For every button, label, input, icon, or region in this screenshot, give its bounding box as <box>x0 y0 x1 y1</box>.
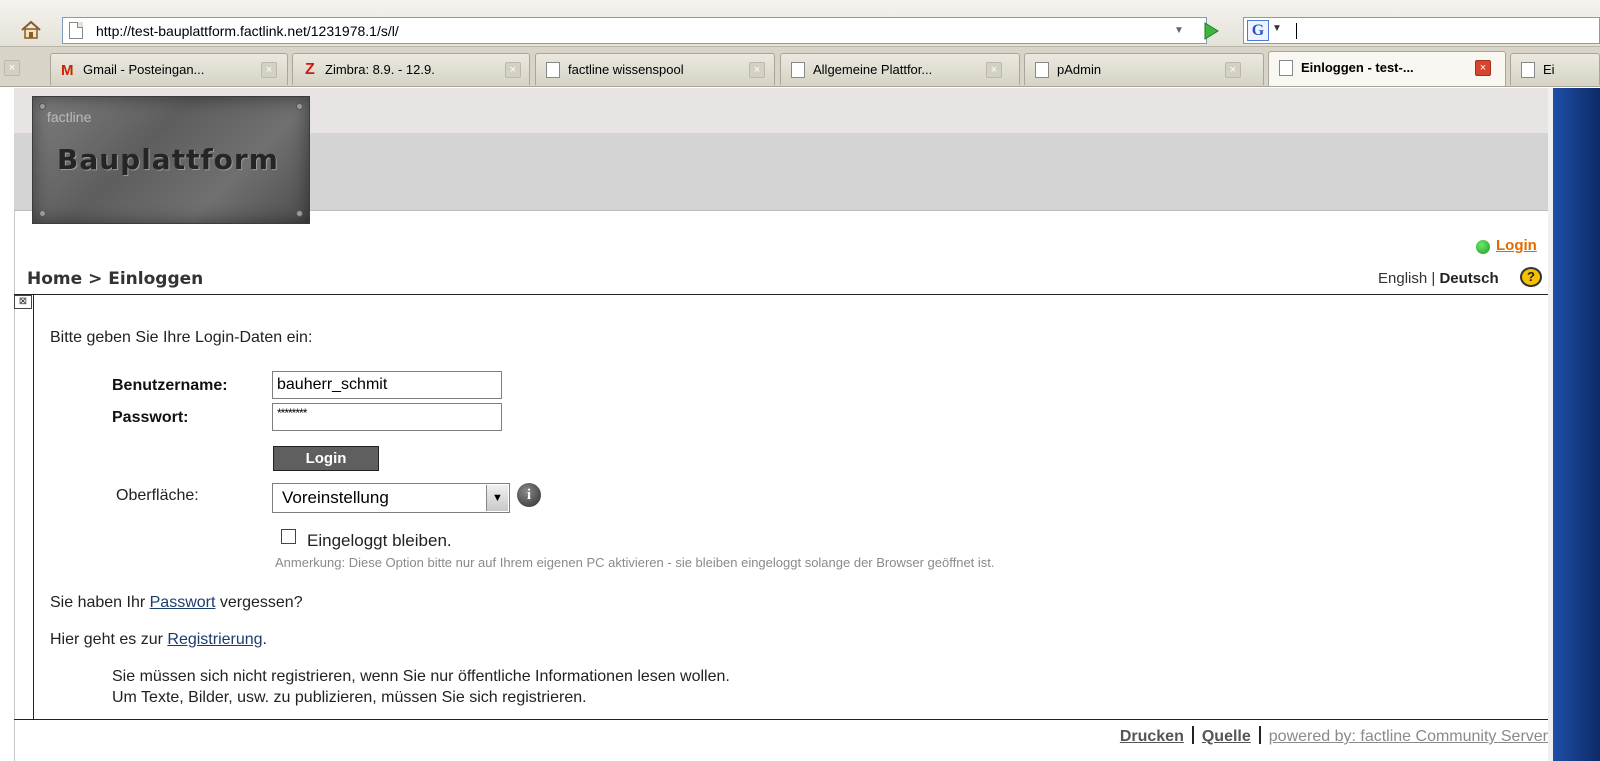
url-input[interactable]: http://test-bauplattform.factlink.net/12… <box>62 17 1207 44</box>
forgot-suffix: vergessen? <box>215 594 303 611</box>
google-icon[interactable]: G <box>1247 20 1269 41</box>
address-toolbar: http://test-bauplattform.factlink.net/12… <box>0 0 1600 47</box>
tab-partial[interactable]: Ei <box>1510 53 1600 85</box>
url-history-dropdown-icon[interactable]: ▼ <box>1169 21 1189 41</box>
page-icon <box>69 22 83 39</box>
gmail-icon: M <box>61 62 74 79</box>
rivet <box>296 210 303 217</box>
footer-rule <box>14 719 1600 720</box>
surface-selected-value: Voreinstellung <box>282 488 389 507</box>
remember-me-checkbox[interactable] <box>281 529 296 544</box>
tab-label: Ei <box>1543 62 1555 77</box>
url-text: http://test-bauplattform.factlink.net/12… <box>96 23 399 39</box>
rivet <box>39 103 46 110</box>
page-icon <box>1279 60 1293 76</box>
tab-close-icon[interactable]: × <box>1225 62 1241 78</box>
search-engine-dropdown-icon[interactable]: ▼ <box>1272 23 1282 34</box>
desktop-edge <box>1553 88 1600 761</box>
username-label: Benutzername: <box>112 377 228 394</box>
logo-brand-text: factline <box>47 109 92 125</box>
password-field[interactable]: ******** <box>272 403 502 431</box>
status-dot-icon <box>1476 240 1490 254</box>
info-text-line-1: Sie müssen sich nicht registrieren, wenn… <box>112 668 730 685</box>
browser-window: http://test-bauplattform.factlink.net/12… <box>0 0 1600 761</box>
lang-deutsch-link[interactable]: Deutsch <box>1439 270 1498 287</box>
register-link[interactable]: Registrierung <box>167 631 262 648</box>
tab-close-icon[interactable]: × <box>749 62 765 78</box>
register-line: Hier geht es zur Registrierung. <box>50 631 267 649</box>
page-icon <box>1035 62 1049 78</box>
source-link[interactable]: Quelle <box>1202 728 1251 745</box>
print-link[interactable]: Drucken <box>1120 728 1184 745</box>
footer: Drucken Quelle powered by: factline Commun… <box>1120 726 1548 746</box>
lang-english-link[interactable]: English <box>1378 270 1427 287</box>
tab-close-icon[interactable]: × <box>1475 60 1491 76</box>
forgot-password-link[interactable]: Passwort <box>150 594 216 611</box>
footer-separator <box>1258 726 1261 744</box>
remember-me-note: Anmerkung: Diese Option bitte nur auf Ih… <box>275 555 995 570</box>
tab-close-icon[interactable]: × <box>4 60 20 76</box>
tab-label: Einloggen - test-... <box>1301 60 1414 75</box>
footer-separator <box>1191 726 1194 744</box>
tab-close-icon[interactable]: × <box>261 62 277 78</box>
page-icon <box>546 62 560 78</box>
forgot-prefix: Sie haben Ihr <box>50 594 150 611</box>
chevron-down-icon[interactable]: ▼ <box>486 485 508 511</box>
powered-by-link[interactable]: powered by: factline Community Server <box>1269 728 1548 745</box>
tab-label: Zimbra: 8.9. - 12.9. <box>325 62 435 77</box>
tab-zimbra[interactable]: Z Zimbra: 8.9. - 12.9. × <box>292 53 530 85</box>
surface-select[interactable]: Voreinstellung ▼ <box>272 483 510 513</box>
tab-bar: × M Gmail - Posteingan... × Z Zimbra: 8.… <box>0 47 1600 87</box>
zimbra-icon: Z <box>305 61 315 78</box>
login-intro-text: Bitte geben Sie Ihre Login-Daten ein: <box>50 329 313 346</box>
username-field[interactable] <box>272 371 502 399</box>
password-label: Passwort: <box>112 409 189 426</box>
page-icon <box>1521 62 1535 78</box>
tab-label: factline wissenspool <box>568 62 684 77</box>
page-icon <box>791 62 805 78</box>
tab-label: Allgemeine Plattfor... <box>813 62 933 77</box>
remember-me-label[interactable]: Eingeloggt bleiben. <box>307 531 452 551</box>
info-text-line-2: Um Texte, Bilder, usw. zu publizieren, m… <box>112 689 587 706</box>
site-logo[interactable]: factline Bauplattform <box>32 96 310 224</box>
rivet <box>296 103 303 110</box>
lang-separator: | <box>1427 270 1440 287</box>
tab-gmail[interactable]: M Gmail - Posteingan... × <box>50 53 288 85</box>
login-button[interactable]: Login <box>273 446 379 471</box>
info-icon[interactable]: i <box>517 483 541 507</box>
help-icon[interactable]: ? <box>1520 267 1542 287</box>
logo-title-text: Bauplattform <box>57 143 279 176</box>
tab-einloggen[interactable]: Einloggen - test-... × <box>1268 51 1506 86</box>
home-icon[interactable] <box>20 20 42 40</box>
tab-label: Gmail - Posteingan... <box>83 62 205 77</box>
login-link[interactable]: Login <box>1496 237 1537 254</box>
rivet <box>39 210 46 217</box>
content-left-rule <box>33 295 34 719</box>
tab-label: pAdmin <box>1057 62 1102 77</box>
language-switcher: English | Deutsch <box>1378 270 1499 287</box>
tab-factline-wissenspool[interactable]: factline wissenspool × <box>535 53 775 85</box>
content-top-rule <box>14 294 1600 295</box>
collapse-toggle-icon[interactable]: ⊠ <box>14 295 32 309</box>
forgot-password-line: Sie haben Ihr Passwort vergessen? <box>50 594 303 612</box>
go-arrow-icon[interactable] <box>1200 20 1222 42</box>
tab-allgemeine-plattform[interactable]: Allgemeine Plattfor... × <box>780 53 1020 85</box>
tab-padmin[interactable]: pAdmin × <box>1024 53 1264 85</box>
breadcrumb: Home > Einloggen <box>27 269 204 289</box>
tab-close-icon[interactable]: × <box>986 62 1002 78</box>
register-prefix: Hier geht es zur <box>50 631 168 648</box>
search-input[interactable]: G ▼ <box>1243 17 1600 44</box>
text-caret <box>1296 23 1297 39</box>
tab-close-icon[interactable]: × <box>505 62 521 78</box>
surface-label: Oberfläche: <box>116 487 199 504</box>
register-suffix: . <box>262 631 267 648</box>
